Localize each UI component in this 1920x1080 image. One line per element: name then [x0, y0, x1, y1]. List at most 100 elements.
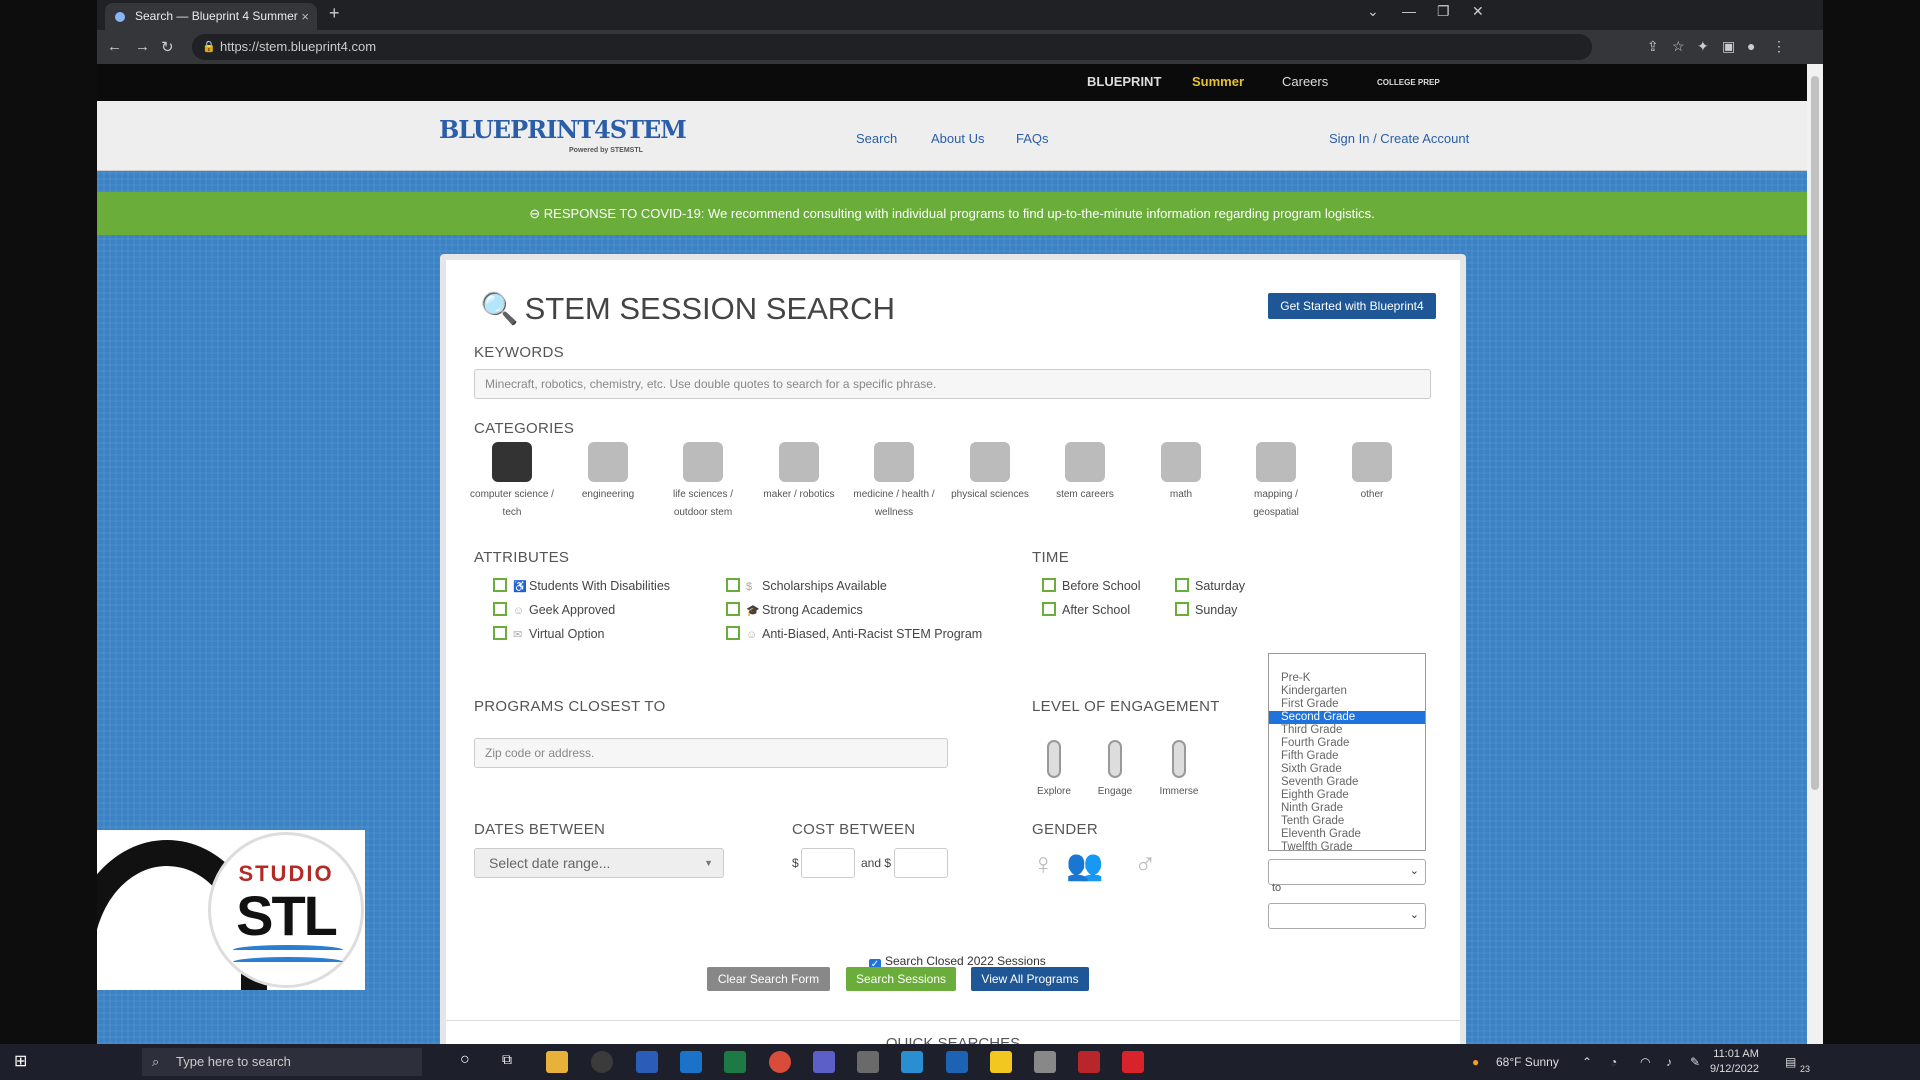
- close-tab-icon[interactable]: ×: [301, 3, 309, 30]
- checkbox[interactable]: [726, 626, 740, 640]
- engagement-explore[interactable]: Explore: [1029, 740, 1079, 797]
- clear-search-button[interactable]: Clear Search Form: [707, 967, 830, 991]
- grade-option-selected[interactable]: Second Grade: [1269, 711, 1425, 724]
- female-icon[interactable]: ♀: [1032, 848, 1055, 882]
- checkbox[interactable]: [1042, 578, 1056, 592]
- weather-text[interactable]: 68°F Sunny: [1496, 1055, 1559, 1069]
- get-started-button[interactable]: Get Started with Blueprint4: [1268, 293, 1436, 319]
- menu-icon[interactable]: ⋮: [1772, 38, 1786, 55]
- category-medicine[interactable]: medicine / health / wellness: [849, 442, 939, 522]
- share-icon[interactable]: ⇪: [1647, 38, 1659, 55]
- male-icon[interactable]: ♂: [1134, 848, 1157, 882]
- sticky-notes-icon[interactable]: [990, 1051, 1012, 1073]
- category-computer-science[interactable]: computer science / tech: [467, 442, 557, 522]
- grade-option[interactable]: Ninth Grade: [1269, 802, 1425, 815]
- windows-start-icon[interactable]: ⊞: [14, 1054, 30, 1070]
- illustrator-icon[interactable]: [1078, 1051, 1100, 1073]
- category-maker-robotics[interactable]: maker / robotics: [754, 442, 844, 504]
- back-icon[interactable]: ←: [107, 38, 122, 55]
- checkbox[interactable]: [726, 578, 740, 592]
- time-sunday[interactable]: Sunday: [1175, 602, 1237, 617]
- clock[interactable]: 11:01 AM 9/12/2022: [1710, 1047, 1759, 1077]
- new-tab-button[interactable]: +: [329, 3, 340, 24]
- category-life-sciences[interactable]: life sciences / outdoor stem: [658, 442, 748, 522]
- url-field[interactable]: 🔒 https://stem.blueprint4.com: [192, 34, 1592, 60]
- store-icon[interactable]: [901, 1051, 923, 1073]
- notification-icon[interactable]: ▤: [1785, 1055, 1796, 1069]
- wifi-icon[interactable]: ◠: [1640, 1055, 1650, 1069]
- all-genders-icon[interactable]: 👥: [1066, 848, 1103, 883]
- time-saturday[interactable]: Saturday: [1175, 578, 1245, 593]
- grade-option[interactable]: Twelfth Grade: [1269, 841, 1425, 854]
- view-all-programs-button[interactable]: View All Programs: [971, 967, 1089, 991]
- calculator-icon[interactable]: [857, 1051, 879, 1073]
- grade-option[interactable]: First Grade: [1269, 698, 1425, 711]
- checkbox[interactable]: [1042, 602, 1056, 616]
- close-window-icon[interactable]: ✕: [1472, 3, 1484, 20]
- attr-virtual-option[interactable]: ✉ Virtual Option: [493, 626, 605, 641]
- grade-option[interactable]: Eighth Grade: [1269, 789, 1425, 802]
- attr-students-disabilities[interactable]: ♿ Students With Disabilities: [493, 578, 670, 593]
- pen-icon[interactable]: ✎: [1690, 1055, 1700, 1069]
- cost-max-input[interactable]: [894, 848, 948, 878]
- attr-scholarships[interactable]: $ Scholarships Available: [726, 578, 887, 593]
- engagement-engage[interactable]: Engage: [1090, 740, 1140, 797]
- category-physical-sciences[interactable]: physical sciences: [945, 442, 1035, 504]
- grade-from-select[interactable]: ⌄: [1268, 859, 1426, 885]
- brand-summer-link[interactable]: Summer: [1192, 74, 1244, 89]
- attr-geek-approved[interactable]: ☺ Geek Approved: [493, 602, 615, 617]
- date-range-select[interactable]: Select date range... ▼: [474, 848, 724, 878]
- keywords-input[interactable]: Minecraft, robotics, chemistry, etc. Use…: [474, 369, 1431, 399]
- cost-min-input[interactable]: [801, 848, 855, 878]
- category-engineering[interactable]: engineering: [563, 442, 653, 504]
- taskbar-search[interactable]: ⌕ Type here to search: [142, 1048, 422, 1076]
- brand-blueprint-link[interactable]: BLUEPRINT: [1087, 74, 1161, 89]
- tab-search-icon[interactable]: ⌄: [1367, 3, 1379, 20]
- category-other[interactable]: other: [1327, 442, 1417, 504]
- page-scrollbar[interactable]: [1807, 64, 1823, 1044]
- brand-college-prep-link[interactable]: COLLEGE PREP: [1377, 78, 1440, 87]
- grade-option[interactable]: Eleventh Grade: [1269, 828, 1425, 841]
- category-math[interactable]: math: [1136, 442, 1226, 504]
- zip-input[interactable]: Zip code or address.: [474, 738, 948, 768]
- teams-icon[interactable]: [813, 1051, 835, 1073]
- extensions-icon[interactable]: ✦: [1697, 38, 1709, 55]
- grade-option[interactable]: Seventh Grade: [1269, 776, 1425, 789]
- grade-option[interactable]: Pre-K: [1269, 672, 1425, 685]
- forward-icon[interactable]: →: [135, 38, 150, 55]
- search-sessions-button[interactable]: Search Sessions: [846, 967, 956, 991]
- category-mapping[interactable]: mapping / geospatial: [1231, 442, 1321, 522]
- chrome-icon[interactable]: [769, 1051, 791, 1073]
- grade-option[interactable]: Tenth Grade: [1269, 815, 1425, 828]
- outlook-icon[interactable]: [680, 1051, 702, 1073]
- nav-about-us[interactable]: About Us: [931, 131, 984, 146]
- attr-anti-racist[interactable]: ☺ Anti-Biased, Anti-Racist STEM Program: [726, 626, 982, 641]
- time-before-school[interactable]: Before School: [1042, 578, 1141, 593]
- checkbox[interactable]: [493, 578, 507, 592]
- restore-icon[interactable]: ❐: [1437, 3, 1450, 20]
- volume-icon[interactable]: ♪: [1666, 1055, 1672, 1069]
- side-panel-icon[interactable]: ▣: [1722, 38, 1735, 55]
- grade-option[interactable]: Fifth Grade: [1269, 750, 1425, 763]
- network-icon[interactable]: ◔: [1610, 1055, 1617, 1069]
- photos-icon[interactable]: [946, 1051, 968, 1073]
- snipping-tool-icon[interactable]: [1034, 1051, 1056, 1073]
- brand-careers-link[interactable]: Careers: [1282, 74, 1328, 89]
- nav-search[interactable]: Search: [856, 131, 897, 146]
- nav-faqs[interactable]: FAQs: [1016, 131, 1049, 146]
- checkbox[interactable]: [1175, 602, 1189, 616]
- dell-icon[interactable]: [591, 1051, 613, 1073]
- grade-option[interactable]: Fourth Grade: [1269, 737, 1425, 750]
- checkbox[interactable]: [1175, 578, 1189, 592]
- grade-option[interactable]: Kindergarten: [1269, 685, 1425, 698]
- profile-avatar-icon[interactable]: ●: [1747, 38, 1755, 54]
- browser-tab[interactable]: Search — Blueprint 4 Summer ×: [105, 3, 317, 30]
- task-view-icon[interactable]: ⧉: [502, 1051, 524, 1073]
- bookmark-star-icon[interactable]: ☆: [1672, 38, 1685, 55]
- minimize-icon[interactable]: —: [1402, 3, 1416, 19]
- grade-option[interactable]: Sixth Grade: [1269, 763, 1425, 776]
- time-after-school[interactable]: After School: [1042, 602, 1130, 617]
- file-explorer-icon[interactable]: [546, 1051, 568, 1073]
- attr-strong-academics[interactable]: 🎓 Strong Academics: [726, 602, 863, 617]
- grade-to-select[interactable]: ⌄: [1268, 903, 1426, 929]
